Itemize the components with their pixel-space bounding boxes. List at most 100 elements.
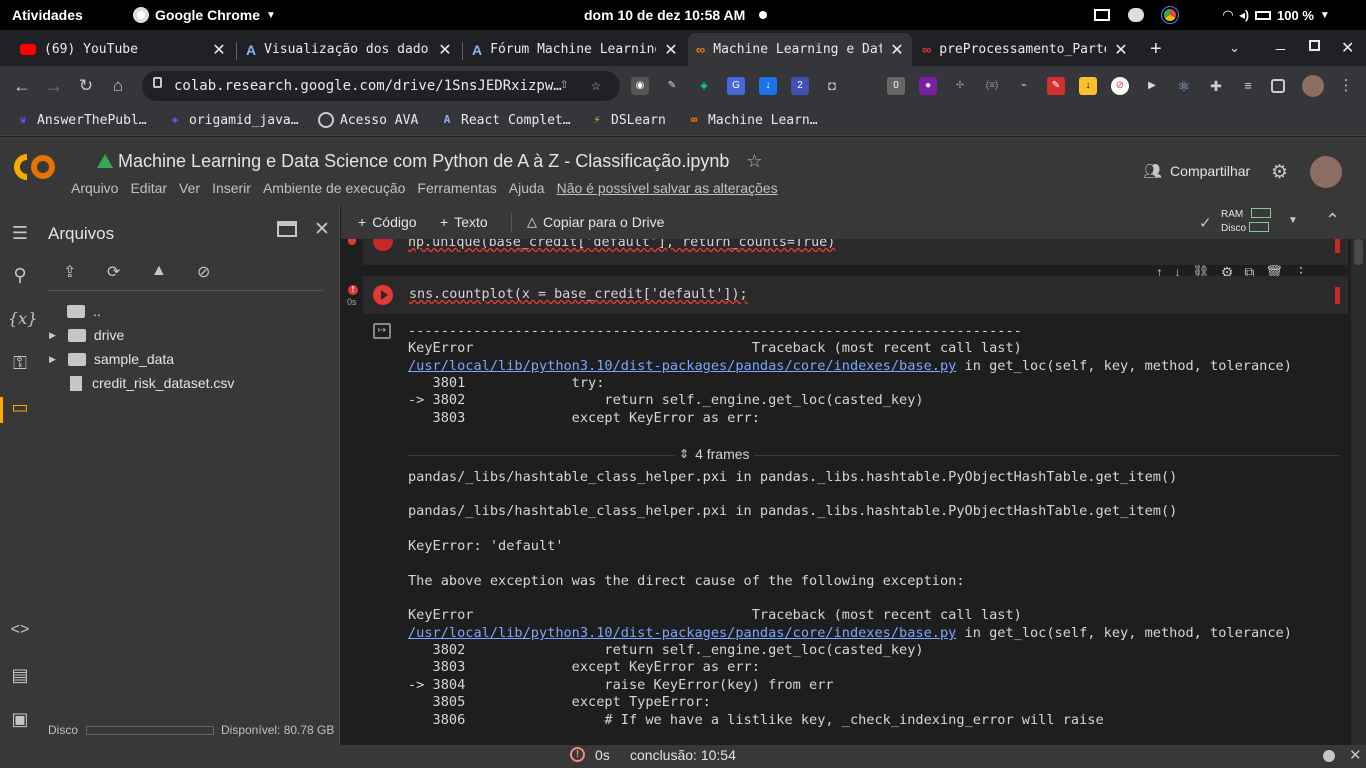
save-warning-link[interactable]: Não é possível salvar as alterações	[557, 180, 778, 196]
toc-icon[interactable]: ☰	[8, 223, 32, 247]
react-devtools-icon[interactable]: ⚛	[1175, 77, 1193, 95]
hide-files-icon[interactable]: ⊘	[197, 262, 210, 282]
add-text-button[interactable]: + Texto	[440, 214, 488, 230]
bookmark-machine-learning[interactable]: ∞ Machine Learn…	[686, 112, 818, 128]
close-tab-icon[interactable]: ✕	[438, 40, 452, 60]
bookmark-star-icon[interactable]: ☆	[591, 75, 601, 94]
account-avatar[interactable]	[1310, 156, 1342, 188]
reload-icon[interactable]: ↻	[76, 76, 96, 96]
close-tab-icon[interactable]: ✕	[212, 40, 226, 60]
menu-arquivo[interactable]: Arquivo	[71, 180, 118, 196]
extensions-puzzle-icon[interactable]: ✚	[1207, 77, 1225, 95]
file-item-csv[interactable]: credit_risk_dataset.csv	[70, 375, 234, 391]
extension-13-icon[interactable]: ✎	[1047, 77, 1065, 95]
share-icon[interactable]: ⇧	[560, 76, 568, 92]
extension-11-icon[interactable]: (≡)	[983, 77, 1001, 95]
status-completed[interactable]: conclusão: 10:54	[630, 747, 736, 763]
variables-icon[interactable]: {x}	[8, 309, 37, 333]
menu-ajuda[interactable]: Ajuda	[509, 180, 545, 196]
code-snippets-icon[interactable]: <>	[8, 621, 32, 645]
upload-icon[interactable]: ⇪	[63, 262, 76, 282]
output-actions-icon[interactable]: ↦	[373, 323, 391, 339]
profile-avatar[interactable]	[1302, 75, 1324, 97]
files-folder-icon[interactable]: ▭	[8, 397, 32, 421]
app-menu[interactable]: Google Chrome ▼	[133, 7, 276, 23]
file-link[interactable]: /usr/local/lib/python3.10/dist-packages/…	[408, 625, 956, 641]
resources-indicator[interactable]: RAM Disco	[1221, 208, 1272, 236]
file-item-up[interactable]: ..	[67, 303, 101, 319]
runtime-dropdown-icon[interactable]: ▼	[1288, 215, 1298, 226]
tab-search-icon[interactable]: ⌄	[1229, 40, 1240, 56]
add-code-button[interactable]: + Código	[358, 214, 417, 230]
translate-icon[interactable]: G	[727, 77, 745, 95]
extension-12-icon[interactable]: ⌁	[1015, 77, 1033, 95]
menu-ferramentas[interactable]: Ferramentas	[417, 180, 496, 196]
run-cell-button[interactable]	[373, 285, 393, 305]
bookmark-origamid[interactable]: ◈ origamid_java…	[167, 112, 299, 128]
tab-visualizacao[interactable]: A Visualização dos dados ✕	[238, 33, 460, 66]
extension-14-icon[interactable]: ↓	[1079, 77, 1097, 95]
extension-8-icon[interactable]: 0	[887, 77, 905, 95]
colab-logo[interactable]	[13, 153, 57, 181]
minimize-icon[interactable]: _	[1276, 34, 1285, 52]
camera-icon[interactable]: ◘	[823, 77, 841, 95]
extension-3-icon[interactable]: ✦	[695, 77, 713, 95]
file-item-sample-data[interactable]: ▶ sample_data	[49, 351, 174, 367]
scrollbar-thumb[interactable]	[1354, 239, 1363, 265]
maximize-icon[interactable]	[1309, 40, 1320, 51]
system-status[interactable]: ◠ ◂) 100 % ▼	[1223, 7, 1330, 23]
close-tab-icon[interactable]: ✕	[1114, 40, 1128, 60]
command-palette-icon[interactable]: ▤	[8, 665, 32, 689]
terminal-icon[interactable]: ▣	[8, 709, 32, 733]
star-icon[interactable]: ☆	[746, 151, 762, 171]
expand-frames-button[interactable]: ⇕ 4 frames	[675, 446, 754, 462]
chrome-tray-icon[interactable]	[1161, 6, 1179, 24]
clock[interactable]: dom 10 de dez 10:58 AM	[584, 7, 768, 23]
chrome-menu-icon[interactable]: ⋮	[1337, 77, 1355, 95]
media-playlist-icon[interactable]: ≡	[1239, 77, 1257, 95]
bookmark-answerthepublic[interactable]: ♛ AnswerThePubl…	[15, 112, 147, 128]
secrets-key-icon[interactable]: ⚿	[8, 353, 32, 377]
menu-ver[interactable]: Ver	[179, 180, 200, 196]
menu-ambiente[interactable]: Ambiente de execução	[263, 180, 405, 196]
weather-icon[interactable]	[1128, 8, 1144, 22]
activities-button[interactable]: Atividades	[12, 7, 83, 23]
extension-16-icon[interactable]: ▶	[1143, 77, 1161, 95]
screen-icon[interactable]	[1094, 9, 1110, 21]
close-panel-icon[interactable]: ✕	[314, 218, 330, 241]
tab-forum[interactable]: A Fórum Machine Learning ✕	[464, 33, 686, 66]
extension-6-icon[interactable]: 2	[791, 77, 809, 95]
notebook-title[interactable]: Machine Learning e Data Science com Pyth…	[97, 151, 763, 172]
code-cell[interactable]: sns.countplot(x = base_credit['default']…	[363, 276, 1348, 314]
close-status-icon[interactable]: ✕	[1349, 746, 1362, 764]
extension-15-icon[interactable]: ⊘	[1111, 77, 1129, 95]
side-panel-icon[interactable]	[1271, 79, 1285, 93]
open-in-tab-icon[interactable]	[277, 221, 297, 237]
bookmark-dslearn[interactable]: ⚡ DSLearn	[589, 112, 666, 128]
refresh-folder-icon[interactable]: ⟳	[107, 262, 120, 282]
forward-icon[interactable]: →	[44, 76, 64, 96]
back-icon[interactable]: ←	[12, 76, 32, 96]
notebook-scrollbar[interactable]	[1351, 239, 1366, 745]
settings-gear-icon[interactable]: ⚙	[1271, 161, 1288, 184]
extension-9-icon[interactable]: ●	[919, 77, 937, 95]
address-bar[interactable]: colab.research.google.com/drive/1SnsJEDR…	[142, 71, 620, 101]
menu-editar[interactable]: Editar	[130, 180, 167, 196]
eyedropper-icon[interactable]: ✎	[663, 77, 681, 95]
mount-drive-icon[interactable]: ▲	[151, 262, 167, 280]
home-icon[interactable]: ⌂	[108, 76, 128, 96]
bookmark-acesso-ava[interactable]: Acesso AVA	[318, 112, 418, 128]
close-tab-icon[interactable]: ✕	[664, 40, 678, 60]
bookmark-react[interactable]: A React Complet…	[439, 112, 571, 128]
search-icon[interactable]: ⚲	[8, 265, 32, 289]
tab-youtube[interactable]: (69) YouTube ✕	[12, 33, 234, 66]
menu-inserir[interactable]: Inserir	[212, 180, 251, 196]
copy-to-drive-button[interactable]: △ Copiar para o Drive	[527, 214, 664, 230]
close-window-icon[interactable]: ✕	[1341, 38, 1354, 58]
extension-1-icon[interactable]: ◉	[631, 77, 649, 95]
status-exec-time[interactable]: 0s	[595, 747, 610, 763]
file-link[interactable]: /usr/local/lib/python3.10/dist-packages/…	[408, 358, 956, 374]
download-icon[interactable]: ↓	[759, 77, 777, 95]
previous-code-cell[interactable]: np.unique(base_credit['default'], return…	[363, 239, 1348, 265]
collapse-header-icon[interactable]: ⌃	[1325, 210, 1340, 231]
